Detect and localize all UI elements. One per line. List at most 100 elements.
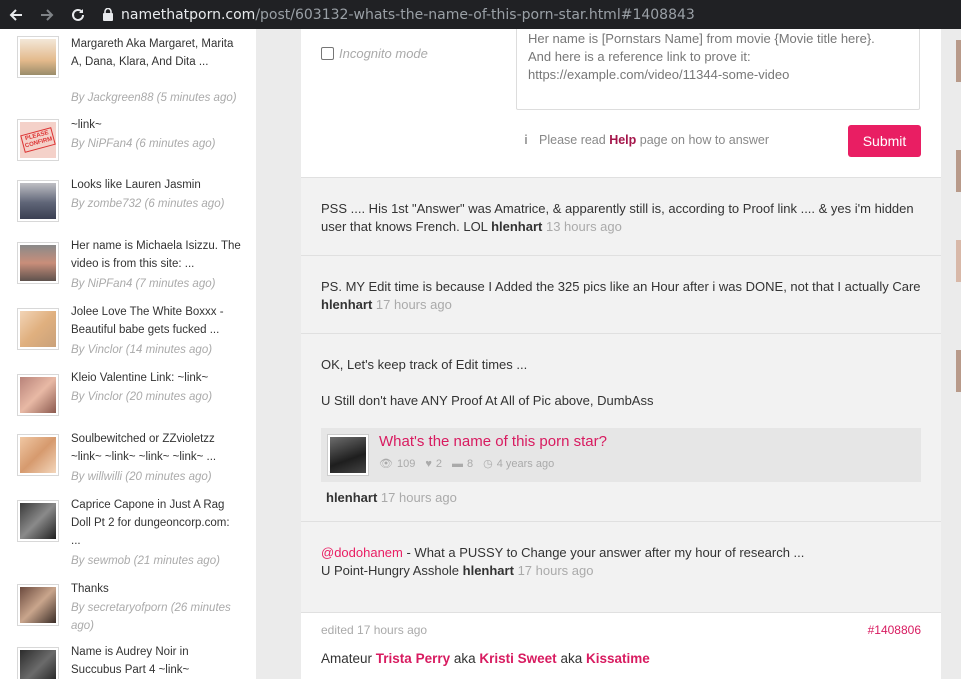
comment-text: OK, Let's keep track of Edit times ... <box>321 357 528 372</box>
comment: @dodohanem - What a PUSSY to Change your… <box>301 521 941 612</box>
list-item-author: By NiPFan4 (6 minutes ago) <box>71 138 216 150</box>
linked-post-title[interactable]: What's the name of this porn star? <box>379 433 607 450</box>
list-item-author: By NiPFan4 (7 minutes ago) <box>71 278 216 290</box>
linked-post-card[interactable]: What's the name of this porn star? 👁 109 … <box>321 428 921 482</box>
thumbnail[interactable] <box>17 374 59 416</box>
comment-body-2: U Point-Hungry Asshole hlenhart 17 hours… <box>321 562 921 580</box>
thumbnail[interactable] <box>17 584 59 626</box>
arrow-right-icon <box>40 8 53 21</box>
comment: PSS .... His 1st "Answer" was Amatrice, … <box>301 177 941 255</box>
list-item-text[interactable]: Caprice Capone in Just A Rag Doll Pt 2 f… <box>71 496 241 550</box>
thumbnail[interactable]: PLEASE CONFIRM <box>17 119 59 161</box>
right-thumbnail[interactable] <box>956 40 961 82</box>
list-item-author: By Vinclor (20 minutes ago) <box>71 391 213 403</box>
comment-author[interactable]: hlenhart <box>463 563 514 578</box>
url-text: namethatporn.com/post/603132-whats-the-n… <box>121 6 695 23</box>
list-item-text[interactable]: Jolee Love The White Boxxx - Beautiful b… <box>71 303 241 339</box>
comment: OK, Let's keep track of Edit times ... U… <box>301 333 941 521</box>
info-icon: i <box>524 133 528 147</box>
comment-author[interactable]: hlenhart <box>491 219 542 234</box>
aka-text: aka <box>560 651 583 666</box>
edited-time: edited 17 hours ago <box>321 623 428 637</box>
list-item-text[interactable]: Her name is Michaela Isizzu. The video i… <box>71 237 241 273</box>
incognito-checkbox[interactable] <box>321 47 334 60</box>
incognito-label[interactable]: Incognito mode <box>339 46 428 61</box>
help-text: i Please read Help page on how to answer <box>521 133 769 147</box>
comment-time: 13 hours ago <box>545 219 622 234</box>
comment-time: 17 hours ago <box>517 563 594 578</box>
comment-body: PS. MY Edit time is because I Added the … <box>321 278 921 314</box>
list-item-text[interactable]: Looks like Lauren Jasmin <box>71 176 241 194</box>
linked-post-thumbnail[interactable] <box>327 434 369 476</box>
aka-text: aka <box>453 651 476 666</box>
main-content: Incognito mode Her name is [Pornstars Na… <box>301 29 941 679</box>
comment-text: PS. MY Edit time is because I Added the … <box>321 279 921 294</box>
list-item-text[interactable]: ~link~ <box>71 116 241 134</box>
thumbnail[interactable] <box>17 180 59 222</box>
list-item-author: By Vinclor (14 minutes ago) <box>71 344 213 356</box>
comment-body: @dodohanem - What a PUSSY to Change your… <box>321 544 921 562</box>
user-mention[interactable]: @dodohanem <box>321 545 403 560</box>
comment-text: U Still don't have ANY Proof At All of P… <box>321 393 654 408</box>
heart-icon: ♥ <box>425 457 432 470</box>
help-link[interactable]: Help <box>609 133 636 147</box>
answer-prefix: Amateur <box>321 651 373 666</box>
list-item-author: By zombe732 (6 minutes ago) <box>71 198 225 210</box>
list-item-author: By willwilli (20 minutes ago) <box>71 471 212 483</box>
thumbnail[interactable] <box>17 434 59 476</box>
clock-icon: ◷ <box>483 458 493 470</box>
comment-time: 17 hours ago <box>375 297 452 312</box>
comment: PS. MY Edit time is because I Added the … <box>301 255 941 333</box>
comment-footer: hlenhart 17 hours ago <box>326 489 926 507</box>
thumbnail[interactable] <box>17 308 59 350</box>
right-thumbnail[interactable] <box>956 150 961 192</box>
browser-toolbar: namethatporn.com/post/603132-whats-the-n… <box>0 0 961 29</box>
comment-author[interactable]: hlenhart <box>326 490 377 505</box>
help-suffix: page on how to answer <box>639 133 770 147</box>
submit-button[interactable]: Submit <box>848 125 921 157</box>
comment-icon: ▬ <box>451 457 463 470</box>
post-age: 4 years ago <box>496 457 555 470</box>
views-count: 109 <box>396 457 416 470</box>
comment-body: PSS .... His 1st "Answer" was Amatrice, … <box>321 200 921 236</box>
answer-form: Incognito mode Her name is [Pornstars Na… <box>301 29 941 177</box>
answer-row: edited 17 hours ago #1408806 Amateur Tri… <box>301 612 941 679</box>
answer-permalink[interactable]: #1408806 <box>868 623 921 637</box>
eye-icon: 👁 <box>379 458 393 470</box>
right-thumbnail[interactable] <box>956 240 961 282</box>
reload-icon <box>71 8 84 21</box>
comment-time: 17 hours ago <box>380 490 457 505</box>
likes-count: 2 <box>435 457 442 470</box>
right-thumbnail[interactable] <box>956 350 961 392</box>
list-item-text[interactable]: Thanks <box>71 580 241 598</box>
thumbnail[interactable] <box>17 242 59 284</box>
comments-count: 8 <box>466 457 474 470</box>
comment-author[interactable]: hlenhart <box>321 297 372 312</box>
answer-text: Amateur Trista Perry aka Kristi Sweet ak… <box>321 651 650 666</box>
address-bar[interactable]: namethatporn.com/post/603132-whats-the-n… <box>95 0 695 29</box>
list-item-text[interactable]: Name is Audrey Noir in Succubus Part 4 ~… <box>71 643 241 679</box>
help-prefix: Please read <box>539 133 606 147</box>
please-confirm-stamp: PLEASE CONFIRM <box>20 127 56 153</box>
list-item-author: By Jackgreen88 (5 minutes ago) <box>71 92 237 104</box>
pornstar-link[interactable]: Kissatime <box>586 651 650 666</box>
lock-icon <box>103 8 113 21</box>
list-item-author: By sewmob (21 minutes ago) <box>71 555 220 567</box>
list-item-text[interactable]: Soulbewitched or ZZvioletzz ~link~ ~link… <box>71 430 241 466</box>
list-item-author: By secretaryofporn (26 minutes ago) <box>71 602 231 632</box>
answer-textarea[interactable]: Her name is [Pornstars Name] from movie … <box>516 29 920 110</box>
forward-button[interactable] <box>31 0 62 29</box>
reload-button[interactable] <box>62 0 93 29</box>
list-item-text[interactable]: Kleio Valentine Link: ~link~ <box>71 369 241 387</box>
thumbnail[interactable] <box>17 500 59 542</box>
linked-post-stats: 👁 109 ♥ 2 ▬ 8 ◷ 4 years ago <box>379 457 555 471</box>
recent-activity-sidebar: Margareth Aka Margaret, Marita A, Dana, … <box>0 29 256 679</box>
arrow-left-icon <box>9 8 22 21</box>
pornstar-link[interactable]: Kristi Sweet <box>479 651 556 666</box>
comment-text: - What a PUSSY to Change your answer aft… <box>402 545 805 560</box>
pornstar-link[interactable]: Trista Perry <box>376 651 450 666</box>
thumbnail[interactable] <box>17 647 59 679</box>
list-item-text[interactable]: Margareth Aka Margaret, Marita A, Dana, … <box>71 35 241 71</box>
back-button[interactable] <box>0 0 31 29</box>
thumbnail[interactable] <box>17 36 59 78</box>
